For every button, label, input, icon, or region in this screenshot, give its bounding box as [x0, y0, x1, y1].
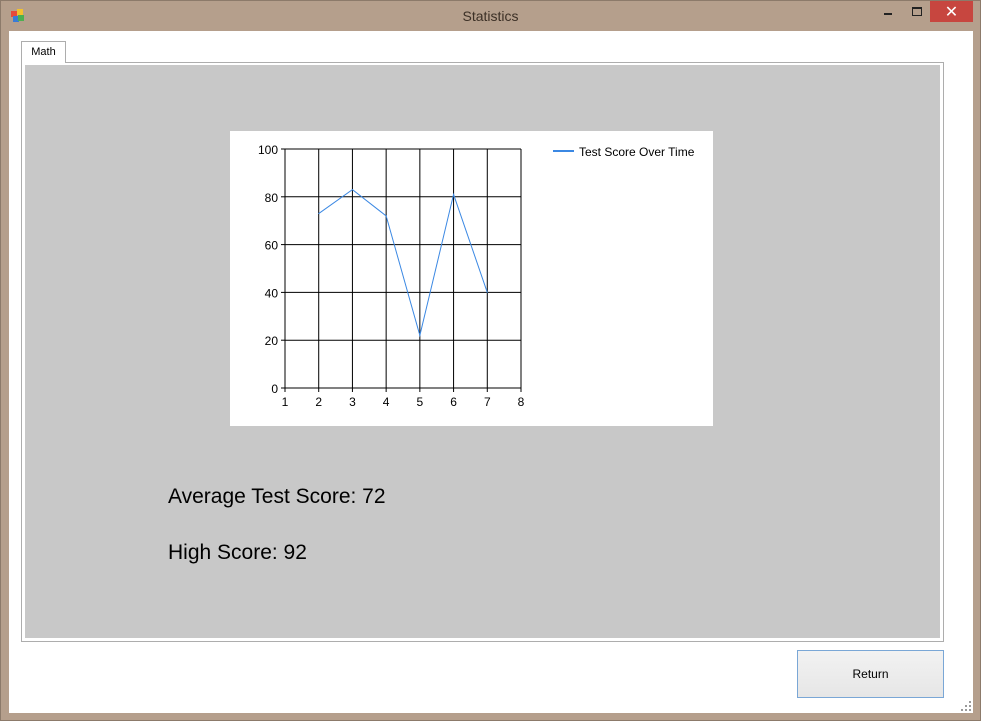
y-tick-label: 0	[271, 382, 278, 396]
x-tick-label: 7	[484, 395, 491, 409]
window-title: Statistics	[462, 8, 519, 24]
data-point	[419, 334, 421, 336]
series-line	[318, 189, 488, 338]
tab-page-math: 1 2 3 4 5 6 7 8 0 20 40 60 80 100 Test Score Over Time…	[25, 65, 940, 638]
x-tick-label: 1	[282, 395, 289, 409]
minimize-button[interactable]	[874, 1, 900, 22]
data-point	[453, 193, 455, 195]
high-score-label: High Score: 92	[168, 541, 307, 564]
tab-control: 1 2 3 4 5 6 7 8 0 20 40 60 80 100 Test Score Over Time…	[21, 62, 944, 642]
statistics-window: Statistics ✕ Math 1 2 3 4 5 6 7 8 0 20 40 60 80 100 Te…	[0, 0, 981, 721]
y-tick-label: 60	[265, 239, 279, 253]
tab-math[interactable]: Math	[21, 41, 66, 63]
x-tick-label: 5	[417, 395, 424, 409]
client-area: Math 1 2 3 4 5 6 7 8 0 20 40 60 80 100 Test Score Over…	[9, 31, 973, 713]
x-tick-label: 2	[315, 395, 322, 409]
maximize-button[interactable]	[904, 1, 930, 22]
y-tick-label: 20	[265, 334, 279, 348]
close-icon: ✕	[944, 2, 959, 21]
data-point	[486, 291, 488, 293]
legend-label: Test Score Over Time	[579, 145, 695, 159]
data-point	[351, 189, 353, 191]
y-tick-label: 100	[258, 143, 278, 157]
x-tick-label: 4	[383, 395, 390, 409]
data-point	[318, 213, 320, 215]
x-tick-label: 8	[518, 395, 525, 409]
average-score-label: Average Test Score: 72	[168, 485, 386, 508]
return-button[interactable]: Return	[797, 650, 944, 698]
resize-grip-icon[interactable]	[961, 701, 971, 711]
data-point	[385, 215, 387, 217]
x-tick-label: 6	[450, 395, 457, 409]
chart: 1 2 3 4 5 6 7 8 0 20 40 60 80 100 Test Score Over Time	[230, 131, 713, 426]
x-tick-label: 3	[349, 395, 356, 409]
y-tick-label: 40	[265, 286, 279, 300]
close-button[interactable]: ✕	[930, 1, 973, 22]
line-chart: 1 2 3 4 5 6 7 8020406080100 Test Score Over Time	[258, 143, 695, 409]
y-tick-label: 80	[265, 191, 279, 205]
title-bar[interactable]: Statistics ✕	[1, 1, 980, 31]
